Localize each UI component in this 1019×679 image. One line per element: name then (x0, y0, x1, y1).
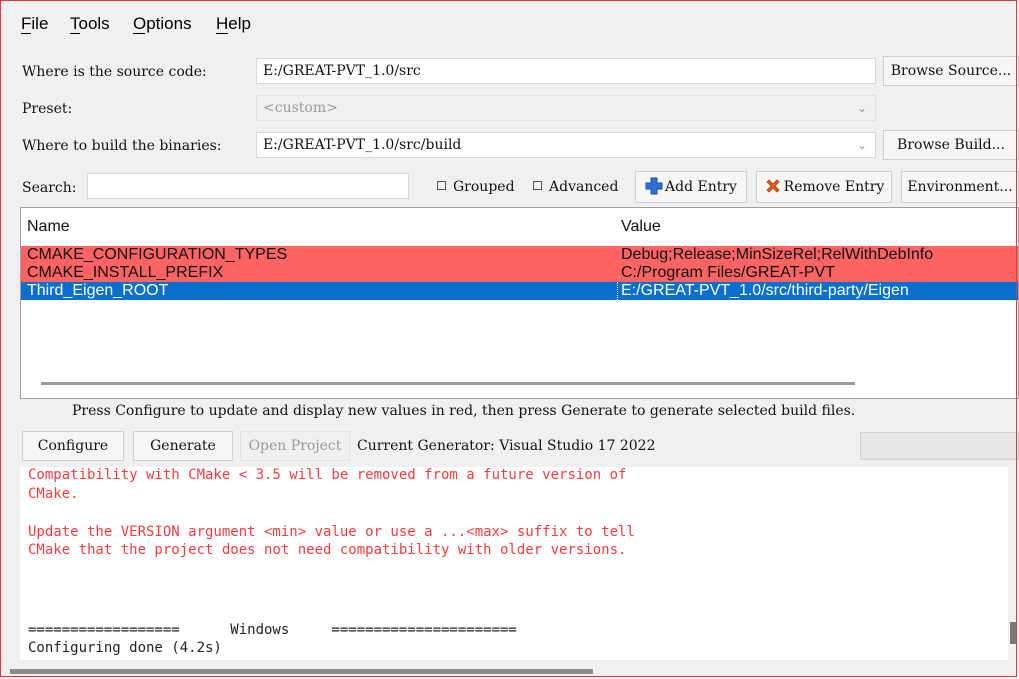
remove-icon (766, 179, 780, 193)
entry-name: CMAKE_CONFIGURATION_TYPES (27, 246, 288, 263)
table-row[interactable]: CMAKE_CONFIGURATION_TYPES Debug;Release;… (21, 246, 1018, 264)
menu-file-mnemonic (21, 33, 31, 34)
advanced-label: Advanced (549, 179, 619, 195)
plus-icon (645, 177, 663, 195)
entry-value: E:/GREAT-PVT_1.0/src/third-party/Eigen (617, 282, 909, 300)
output-line: Update the VERSION argument <min> value … (28, 524, 635, 540)
table-row[interactable]: CMAKE_INSTALL_PREFIX C:/Program Files/GR… (21, 264, 1018, 282)
menu-file-label: File (21, 14, 49, 34)
cache-table[interactable]: Name Value CMAKE_CONFIGURATION_TYPES Deb… (20, 207, 1019, 399)
output-log[interactable]: Compatibility with CMake < 3.5 will be r… (20, 467, 1008, 660)
entry-name: CMAKE_INSTALL_PREFIX (27, 264, 224, 281)
entry-name: Third_Eigen_ROOT (27, 282, 169, 299)
source-path-value: E:/GREAT-PVT_1.0/src (263, 63, 421, 79)
entry-value: C:/Program Files/GREAT-PVT (621, 264, 835, 281)
menu-tools[interactable]: Tools (70, 14, 110, 34)
browse-build-button[interactable]: Browse Build... (883, 130, 1019, 160)
build-path-combo[interactable]: E:/GREAT-PVT_1.0/src/build ⌄ (256, 132, 876, 158)
configure-button[interactable]: Configure (22, 431, 124, 461)
build-path-value: E:/GREAT-PVT_1.0/src/build (263, 137, 462, 153)
grouped-checkbox[interactable]: Grouped (437, 179, 515, 195)
open-project-button: Open Project (240, 431, 350, 461)
advanced-checkbox[interactable]: Advanced (533, 179, 618, 195)
preset-value: <custom> (263, 100, 338, 116)
source-path-field[interactable]: E:/GREAT-PVT_1.0/src (256, 58, 876, 84)
output-horizontal-scrollbar[interactable] (10, 669, 593, 674)
environment-button[interactable]: Environment... (901, 171, 1019, 203)
add-entry-button[interactable]: Add Entry (635, 171, 747, 203)
search-input[interactable] (87, 173, 409, 199)
menu-bar: FFile Tools Options Help (0, 0, 1019, 42)
menu-options-mnemonic (133, 33, 145, 34)
table-horizontal-scrollbar[interactable] (41, 382, 855, 385)
output-line: Configuring done (4.2s) (28, 640, 222, 656)
menu-help-mnemonic (216, 33, 228, 34)
generate-button[interactable]: Generate (133, 431, 233, 461)
entry-value: Debug;Release;MinSizeRel;RelWithDebInfo (621, 246, 934, 263)
build-label: Where to build the binaries: (22, 138, 222, 154)
menu-options[interactable]: Options (133, 14, 192, 34)
current-generator-label: Current Generator: Visual Studio 17 2022 (357, 438, 656, 454)
menu-tools-mnemonic (70, 33, 80, 34)
preset-label: Preset: (22, 101, 73, 117)
remove-entry-label: Remove Entry (783, 179, 885, 195)
progress-bar (860, 432, 1019, 460)
output-vertical-scrollbar-thumb[interactable] (1010, 622, 1017, 644)
add-entry-label: Add Entry (665, 179, 737, 195)
menu-help[interactable]: Help (216, 14, 251, 34)
configure-hint: Press Configure to update and display ne… (72, 403, 856, 419)
grouped-label: Grouped (453, 179, 515, 195)
chevron-down-icon[interactable]: ⌄ (857, 133, 867, 157)
output-line: CMake. (28, 486, 79, 502)
source-label: Where is the source code: (22, 64, 207, 80)
grouped-checkbox-box[interactable] (437, 181, 446, 190)
advanced-checkbox-box[interactable] (533, 181, 542, 190)
remove-entry-button[interactable]: Remove Entry (756, 171, 892, 203)
browse-source-button[interactable]: Browse Source... (883, 56, 1019, 86)
value-column-header[interactable]: Value (621, 218, 661, 236)
name-column-header[interactable]: Name (27, 218, 70, 236)
output-line: ================== Windows =============… (28, 622, 517, 638)
chevron-down-icon: ⌄ (856, 101, 867, 115)
table-row-selected[interactable]: Third_Eigen_ROOT E:/GREAT-PVT_1.0/src/th… (21, 282, 1018, 300)
menu-file[interactable]: FFile (21, 14, 49, 34)
output-line: CMake that the project does not need com… (28, 542, 627, 558)
output-line: Compatibility with CMake < 3.5 will be r… (28, 467, 627, 483)
search-label: Search: (22, 180, 77, 196)
preset-select: <custom> ⌄ (256, 95, 876, 121)
